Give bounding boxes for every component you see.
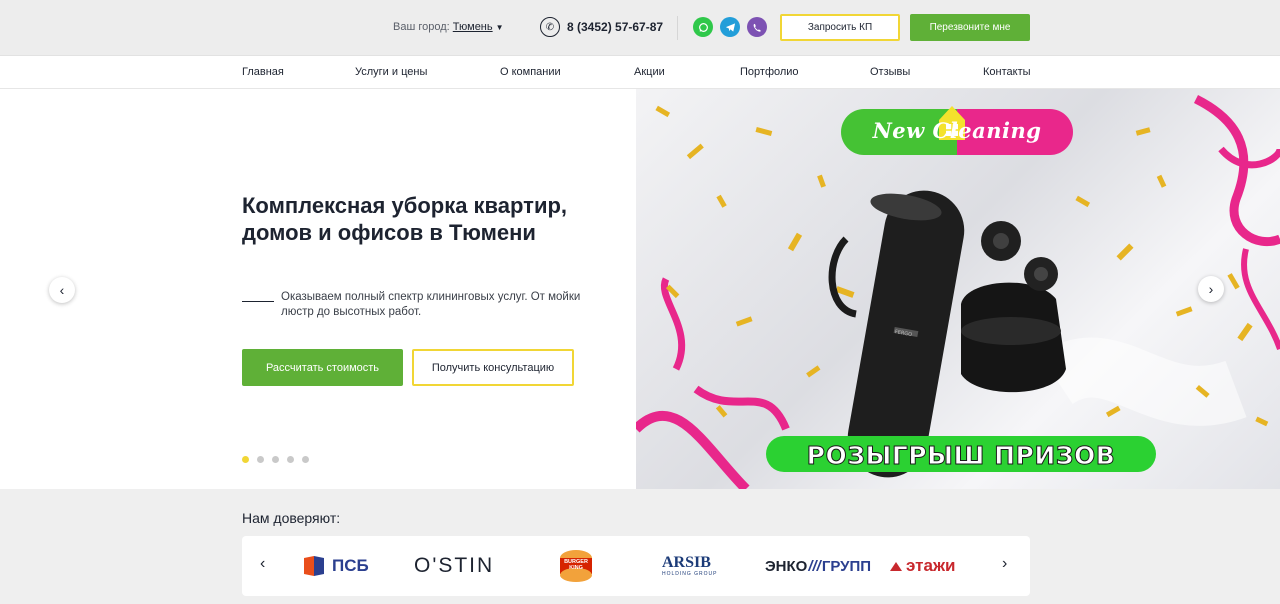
whatsapp-icon[interactable] xyxy=(693,17,713,37)
partners-carousel: ‹ ПСБ O'STIN BURGER KING ARSIB HOLDING G… xyxy=(242,536,1030,596)
earbuds-case-image xyxy=(961,221,1066,393)
nav-item-services[interactable]: Услуги и цены xyxy=(355,66,427,78)
brand-name: New Cleaning xyxy=(872,118,1042,143)
slider-dot-4[interactable] xyxy=(287,456,294,463)
slider-next-button[interactable]: › xyxy=(1198,276,1224,302)
nav-item-reviews[interactable]: Отзывы xyxy=(870,66,910,78)
hero-title: Комплексная уборка квартир, домов и офис… xyxy=(242,193,568,245)
slider-dot-2[interactable] xyxy=(257,456,264,463)
slider-dot-1[interactable] xyxy=(242,456,249,463)
logo-psb: ПСБ xyxy=(302,550,369,582)
slider-dot-5[interactable] xyxy=(302,456,309,463)
partners-heading: Нам доверяют: xyxy=(242,510,341,526)
decorative-line xyxy=(242,301,274,302)
partners-next-button[interactable]: › xyxy=(1002,555,1007,573)
main-nav: Главная Услуги и цены О компании Акции П… xyxy=(0,56,1280,89)
phone-number[interactable]: 8 (3452) 57-67-87 xyxy=(567,20,663,34)
nav-item-home[interactable]: Главная xyxy=(242,66,284,78)
calculate-cost-button[interactable]: Рассчитать стоимость xyxy=(242,349,403,386)
city-label: Ваш город: xyxy=(393,21,450,33)
promo-banner: FERGO New Cleaning РОЗЫГРЫШ ПРИЗОВ xyxy=(636,89,1280,489)
slider-prev-button[interactable]: ‹ xyxy=(49,277,75,303)
city-link[interactable]: Тюмень xyxy=(453,21,493,33)
logo-enko: ЭНКО /// ГРУПП xyxy=(765,557,872,575)
chevron-left-icon: ‹ xyxy=(59,282,65,298)
nav-item-promotions[interactable]: Акции xyxy=(634,66,665,78)
chevron-left-icon: ‹ xyxy=(260,555,266,572)
nav-item-about[interactable]: О компании xyxy=(500,66,561,78)
prize-caption: РОЗЫГРЫШ ПРИЗОВ xyxy=(806,441,1116,471)
hero-section: Комплексная уборка квартир, домов и офис… xyxy=(0,89,636,489)
logo-burger-king: BURGER KING xyxy=(558,550,594,582)
nav-item-portfolio[interactable]: Портфолио xyxy=(740,66,799,78)
hero-subtitle: Оказываем полный спектр клининговых услу… xyxy=(281,291,581,318)
slider-dot-3[interactable] xyxy=(272,456,279,463)
logo-arsib: ARSIB HOLDING GROUP xyxy=(662,553,718,577)
slash-icon: /// xyxy=(808,557,821,575)
slider-dots xyxy=(242,456,309,463)
partners-prev-button[interactable]: ‹ xyxy=(260,555,265,573)
chevron-down-icon: ▼ xyxy=(495,23,504,32)
divider xyxy=(677,16,678,40)
get-consultation-button[interactable]: Получить консультацию xyxy=(412,349,574,386)
phone-icon: ✆ xyxy=(540,17,560,37)
logo-etazhi: этажи xyxy=(889,550,955,582)
psb-icon xyxy=(304,556,324,576)
chevron-right-icon: › xyxy=(1208,281,1214,297)
top-bar: Ваш город: Тюмень ▼ ✆ 8 (3452) 57-67-87 З… xyxy=(0,0,1280,56)
etazhi-icon xyxy=(890,562,902,571)
logo-ostin: O'STIN xyxy=(414,554,495,577)
viber-icon[interactable] xyxy=(747,17,767,37)
telegram-icon[interactable] xyxy=(720,17,740,37)
city-selector[interactable]: Ваш город: Тюмень ▼ xyxy=(393,21,504,33)
callback-button[interactable]: Перезвоните мне xyxy=(910,14,1030,41)
nav-item-contacts[interactable]: Контакты xyxy=(983,66,1031,78)
request-quote-button[interactable]: Запросить КП xyxy=(780,14,900,41)
chevron-right-icon: › xyxy=(1002,555,1008,572)
